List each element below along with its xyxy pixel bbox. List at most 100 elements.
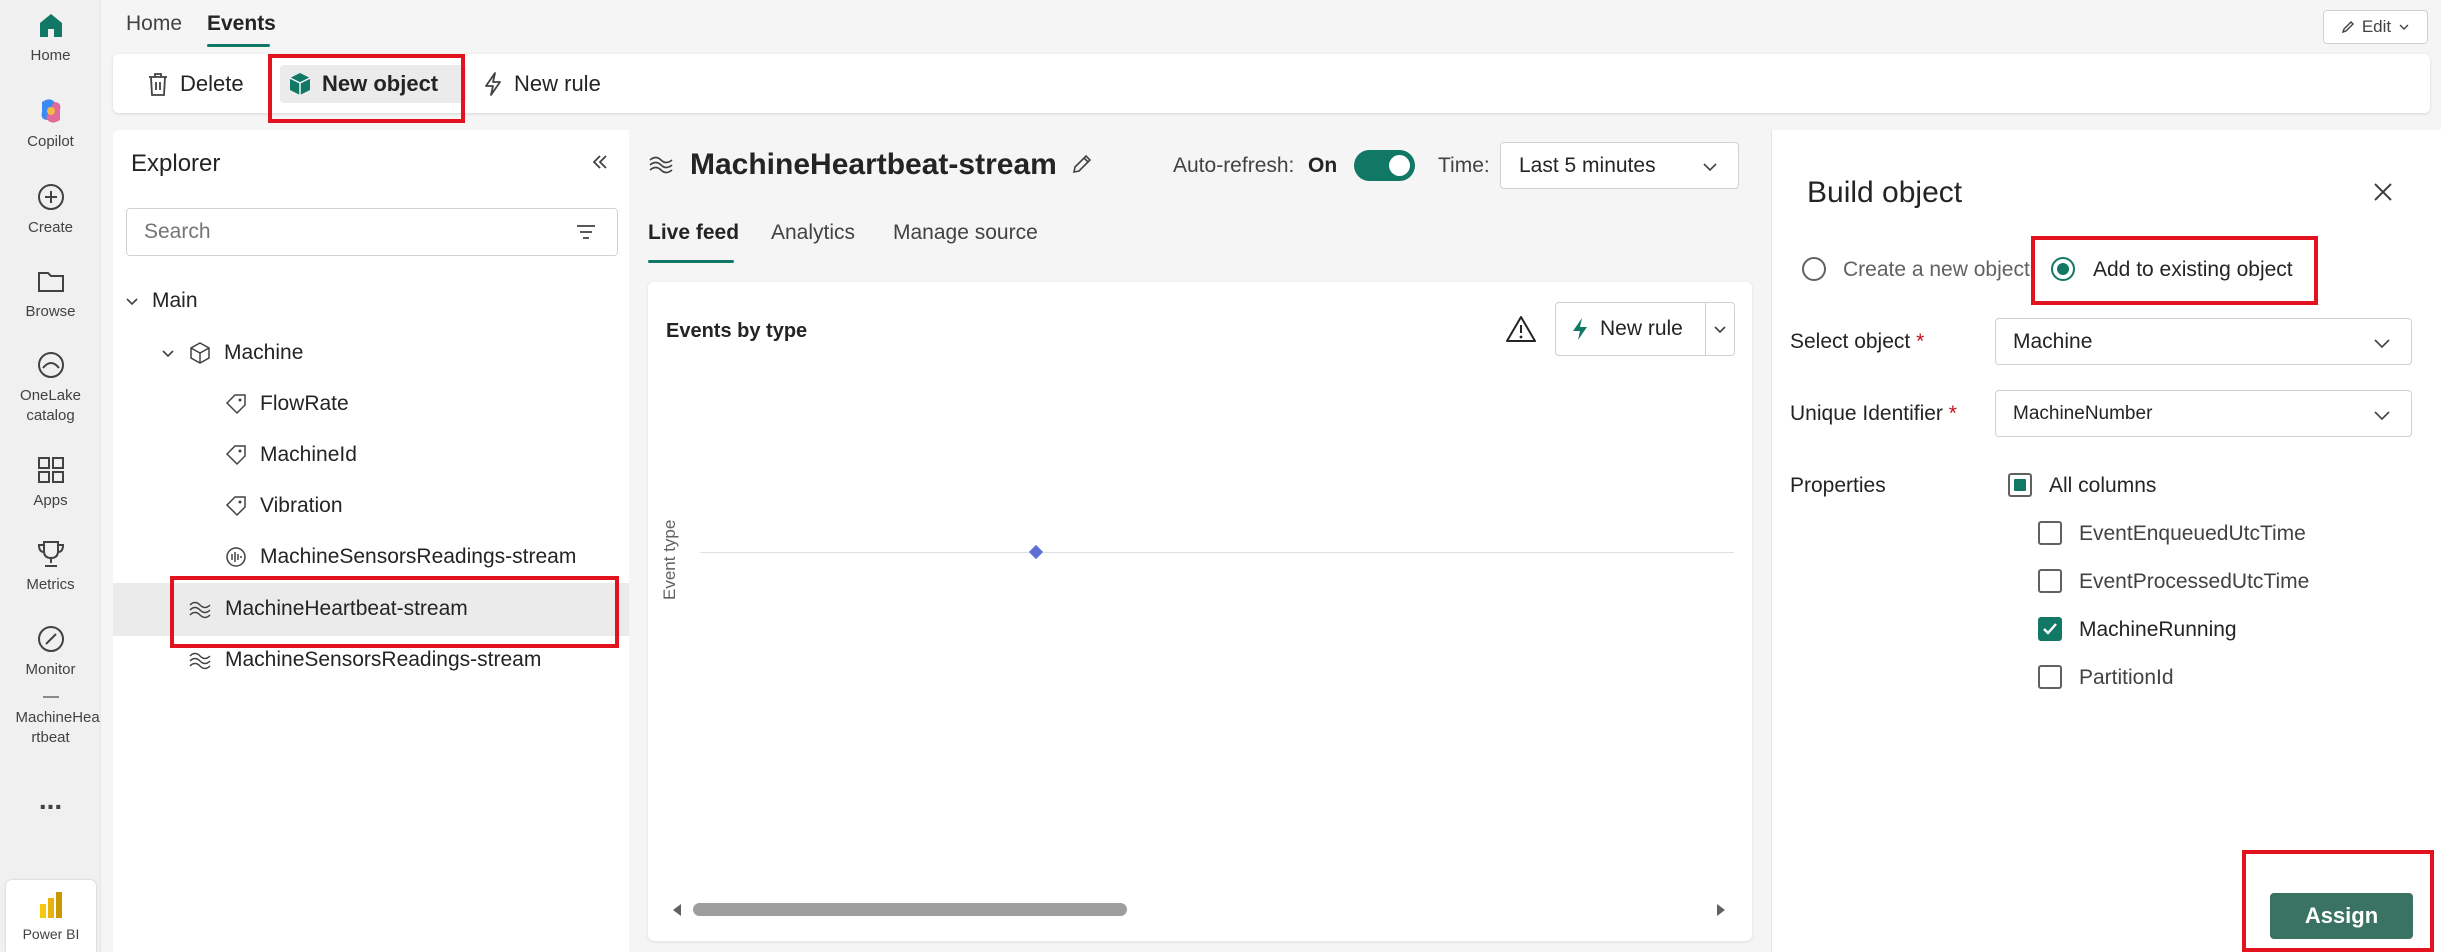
cube-icon	[289, 73, 311, 95]
close-icon[interactable]	[2371, 180, 2395, 204]
rail-label: Metrics	[26, 576, 75, 593]
unique-id-text: Unique Identifier	[1790, 402, 1943, 425]
search-input[interactable]	[127, 209, 547, 255]
tag-icon	[225, 496, 246, 517]
warning-icon[interactable]	[1505, 314, 1537, 344]
radio-add-existing[interactable]	[2051, 257, 2075, 281]
active-tab-indicator	[207, 44, 270, 47]
tab-home[interactable]: Home	[126, 12, 182, 36]
tree-sensor-child[interactable]: MachineSensorsReadings-stream	[224, 545, 576, 569]
rail-monitor[interactable]: Monitor	[0, 622, 101, 680]
tree-label: Machine	[224, 341, 304, 364]
column-label: PartitionId	[2079, 666, 2174, 689]
chevron-down-icon[interactable]	[1712, 321, 1728, 337]
tree-machineid[interactable]: MachineId	[224, 443, 357, 467]
delete-button[interactable]: Delete	[138, 65, 252, 103]
tree-machine[interactable]: Machine	[160, 341, 303, 365]
chevron-down-icon	[126, 298, 138, 306]
rail-powerbi[interactable]: Power BI	[6, 880, 96, 952]
stream-icon	[189, 601, 211, 619]
chevron-down-icon	[162, 350, 174, 358]
checkbox-partitionid[interactable]	[2038, 665, 2062, 689]
tab-manage-source[interactable]: Manage source	[893, 221, 1038, 245]
more-icon[interactable]: ...	[0, 784, 101, 816]
chevron-down-icon	[1703, 163, 1717, 172]
scroll-left-icon[interactable]	[670, 902, 684, 918]
category-gridline	[700, 552, 1734, 553]
rail-machineheartbeat[interactable]: MachineHea rtbeat	[0, 696, 101, 748]
auto-refresh-value: On	[1308, 154, 1338, 177]
tree-heartbeat[interactable]: MachineHeartbeat-stream	[187, 597, 468, 621]
delete-label: Delete	[180, 71, 244, 96]
edit-label: Edit	[2361, 17, 2392, 36]
lightning-icon	[1573, 318, 1587, 340]
rail-apps[interactable]: Apps	[0, 453, 101, 511]
auto-refresh-toggle[interactable]	[1354, 150, 1415, 181]
assign-button[interactable]: Assign	[2270, 893, 2413, 939]
chart-new-rule-main[interactable]: New rule	[1556, 303, 1706, 355]
rail-onelake[interactable]: OneLake catalog	[0, 348, 101, 426]
select-object-text: Select object	[1790, 330, 1911, 353]
tree-label: MachineSensorsReadings-stream	[225, 648, 542, 671]
checkbox-eventenqueuedutctime[interactable]	[2038, 521, 2062, 545]
tree-label: MachineSensorsReadings-stream	[260, 545, 577, 568]
rail-label: Apps	[33, 492, 68, 509]
required-mark: *	[1916, 330, 1925, 353]
new-object-button[interactable]: New object	[280, 65, 466, 103]
tree-main[interactable]: Main	[124, 289, 198, 313]
tab-live-feed[interactable]: Live feed	[648, 221, 739, 245]
home-icon	[39, 14, 62, 37]
rail-create[interactable]: Create	[0, 180, 101, 238]
collapse-icon[interactable]	[589, 151, 611, 173]
item-icon	[42, 696, 59, 698]
rail-label: Home	[30, 47, 71, 64]
chevron-down-icon	[2399, 24, 2409, 30]
rail-label: Copilot	[27, 133, 74, 150]
stream-icon	[649, 156, 673, 174]
time-value: Last 5 minutes	[1519, 153, 1656, 177]
rail-browse[interactable]: Browse	[0, 264, 101, 322]
tree-flowrate[interactable]: FlowRate	[224, 392, 349, 416]
tree-vibration[interactable]: Vibration	[224, 494, 343, 518]
scroll-right-icon[interactable]	[1714, 902, 1728, 918]
new-object-label: New object	[322, 71, 439, 96]
chart-new-rule-button[interactable]: New rule	[1555, 302, 1735, 356]
time-select[interactable]: Last 5 minutes	[1500, 142, 1739, 189]
new-rule-label: New rule	[514, 71, 601, 96]
time-label: Time:	[1438, 154, 1490, 177]
pencil-icon	[2341, 21, 2354, 34]
rail-label: Power BI	[22, 926, 80, 942]
new-rule-button[interactable]: New rule	[474, 65, 609, 103]
tag-icon	[225, 394, 246, 415]
rail-copilot[interactable]: Copilot	[0, 94, 101, 152]
rail-metrics[interactable]: Metrics	[0, 537, 101, 595]
tree-sensor-root[interactable]: MachineSensorsReadings-stream	[187, 648, 541, 672]
edit-button[interactable]: Edit	[2323, 10, 2428, 44]
explorer-search	[126, 208, 618, 256]
checkbox-eventprocessedutctime[interactable]	[2038, 569, 2062, 593]
tab-events[interactable]: Events	[207, 12, 276, 36]
column-label: EventEnqueuedUtcTime	[2079, 522, 2306, 545]
onelake-icon	[37, 352, 64, 378]
radio-create-new[interactable]	[1802, 257, 1826, 281]
unique-id-dropdown[interactable]: MachineNumber	[1995, 390, 2412, 437]
tab-analytics[interactable]: Analytics	[771, 221, 855, 245]
pencil-icon[interactable]	[1070, 152, 1094, 176]
y-axis-label: Event type	[660, 519, 679, 600]
checkbox-machinerunning[interactable]	[2038, 617, 2062, 641]
radio-create-label: Create a new object	[1843, 258, 2030, 281]
select-object-dropdown[interactable]: Machine	[1995, 318, 2412, 365]
explorer-title: Explorer	[131, 150, 221, 177]
chart-card	[648, 282, 1752, 941]
sensor-icon	[226, 547, 246, 567]
chart-title: Events by type	[666, 320, 808, 342]
chevron-down-icon	[2374, 411, 2390, 421]
rail-home[interactable]: Home	[0, 8, 101, 66]
filter-icon[interactable]	[575, 222, 597, 242]
tree-label: MachineHeartbeat-stream	[225, 597, 468, 620]
tree-label: Main	[152, 289, 198, 312]
checkbox-all-columns[interactable]	[2008, 473, 2032, 497]
cube-icon	[190, 342, 210, 364]
horizontal-scrollbar[interactable]	[693, 903, 1127, 916]
stream-title: MachineHeartbeat-stream	[690, 148, 1057, 181]
